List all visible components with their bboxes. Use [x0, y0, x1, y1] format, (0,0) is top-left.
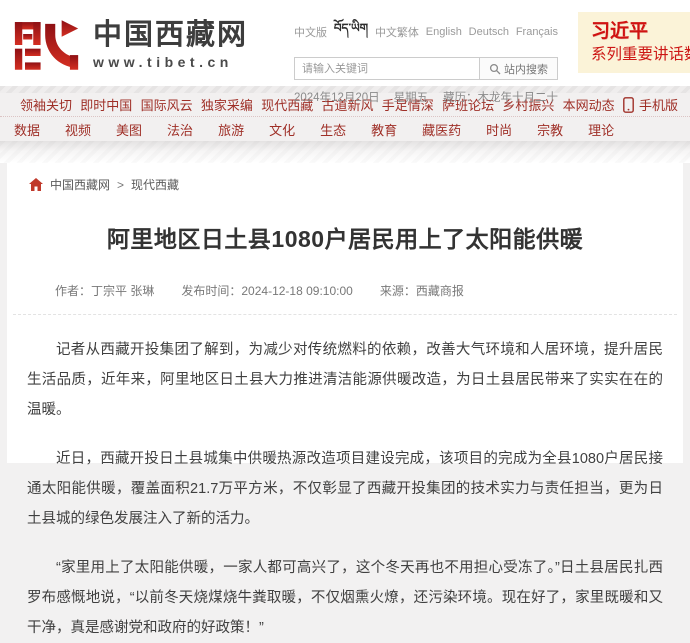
breadcrumb: 中国西藏网 > 现代西藏: [7, 163, 683, 199]
phone-icon: [623, 97, 634, 113]
banner-line1: 习近平: [591, 21, 690, 43]
nav-item-dujiacaibian[interactable]: 独家采编: [201, 95, 253, 114]
nav-item-wenhua[interactable]: 文化: [269, 120, 295, 139]
lang-french[interactable]: Français: [516, 26, 558, 38]
tibetan-calendar-date: 藏历：木龙年十月二十: [443, 89, 558, 105]
header-middle: 中文版 བོད་ཡིག 中文繁体 English Deutsch Françai…: [294, 15, 558, 105]
search-input[interactable]: [295, 58, 479, 79]
site-url: www.tibet.cn: [93, 54, 248, 70]
nav-item-lingxiuguanqie[interactable]: 领袖关切: [20, 95, 72, 114]
tibet-net-logo-icon: [14, 18, 80, 72]
nav-item-zangyiyao[interactable]: 藏医药: [422, 120, 461, 139]
mobile-version-label: 手机版: [639, 95, 678, 114]
article-paragraph: 记者从西藏开投集团了解到，为减少对传统燃料的依赖，改善大气环境和人居环境，提升居…: [27, 335, 663, 425]
breadcrumb-home[interactable]: 中国西藏网: [50, 176, 110, 193]
search-bar: 站内搜索: [294, 57, 558, 80]
lang-german[interactable]: Deutsch: [469, 26, 509, 38]
xi-speeches-banner[interactable]: 习近平 系列重要讲话数据库: [578, 12, 690, 73]
breadcrumb-separator: >: [117, 178, 124, 192]
breadcrumb-current[interactable]: 现代西藏: [131, 176, 179, 193]
lang-zh-tw[interactable]: 中文繁体: [375, 24, 419, 40]
nav-item-benwangdongtai[interactable]: 本网动态: [563, 95, 615, 114]
author-value: 丁宗平 张琳: [91, 284, 154, 298]
site-name-block: 中国西藏网 www.tibet.cn: [93, 20, 248, 71]
meta-source: 来源：西藏商报: [380, 282, 464, 299]
nav-item-lilun[interactable]: 理论: [588, 120, 614, 139]
source-value: 西藏商报: [416, 284, 464, 298]
article-meta: 作者：丁宗平 张琳 发布时间：2024-12-18 09:10:00 来源：西藏…: [55, 282, 683, 299]
nav-item-shipin[interactable]: 视频: [65, 120, 91, 139]
article-title: 阿里地区日土县1080户居民用上了太阳能供暖: [47, 223, 643, 256]
article-paragraph: 近日，西藏开投日土县城集中供暖热源改造项目建设完成，该项目的完成为全县1080户…: [27, 444, 663, 534]
meta-author: 作者：丁宗平 张琳: [55, 282, 154, 299]
nav-row-secondary: 数据 视频 美图 法治 旅游 文化 生态 教育 藏医药 时尚 宗教 理论: [0, 117, 690, 141]
language-switcher: 中文版 བོད་ཡིག 中文繁体 English Deutsch Françai…: [294, 15, 558, 49]
site-name: 中国西藏网: [93, 20, 248, 52]
gregorian-date: 2024年12月20日: [294, 89, 380, 105]
nav-item-shishang[interactable]: 时尚: [486, 120, 512, 139]
search-icon: [489, 63, 501, 75]
date-line: 2024年12月20日 星期五 藏历：木龙年十月二十: [294, 89, 558, 105]
banner-line2: 系列重要讲话数据库: [591, 45, 690, 65]
nav-item-shengtai[interactable]: 生态: [320, 120, 346, 139]
nav-item-guojifengyun[interactable]: 国际风云: [141, 95, 193, 114]
nav-item-jishizhongguo[interactable]: 即时中国: [80, 95, 132, 114]
nav-item-zongjiao[interactable]: 宗教: [537, 120, 563, 139]
lang-english[interactable]: English: [426, 26, 462, 38]
nav-item-jiaoyu[interactable]: 教育: [371, 120, 397, 139]
weekday: 星期五: [394, 89, 429, 105]
home-icon[interactable]: [29, 178, 43, 191]
nav-item-meitu[interactable]: 美图: [116, 120, 142, 139]
mobile-version-link[interactable]: 手机版: [623, 95, 678, 114]
article-paragraph: “家里用上了太阳能供暖，一家人都可高兴了，这个冬天再也不用担心受冻了。”日土县居…: [27, 553, 663, 643]
site-header: 中国西藏网 www.tibet.cn 中文版 བོད་ཡིག 中文繁体 Engl…: [0, 0, 690, 86]
time-value: 2024-12-18 09:10:00: [241, 284, 352, 298]
source-label: 来源：: [380, 284, 416, 298]
lang-tibetan[interactable]: བོད་ཡིག: [334, 15, 368, 49]
time-label: 发布时间：: [181, 284, 241, 298]
nav-item-lvyou[interactable]: 旅游: [218, 120, 244, 139]
lang-zh-cn[interactable]: 中文版: [294, 24, 327, 40]
site-logo[interactable]: 中国西藏网 www.tibet.cn: [14, 18, 248, 72]
author-label: 作者：: [55, 284, 91, 298]
nav-item-shuju[interactable]: 数据: [14, 120, 40, 139]
site-search-button[interactable]: 站内搜索: [479, 58, 557, 79]
main-content: 中国西藏网 > 现代西藏 阿里地区日土县1080户居民用上了太阳能供暖 作者：丁…: [7, 163, 683, 463]
nav-item-fazhi[interactable]: 法治: [167, 120, 193, 139]
meta-publish-time: 发布时间：2024-12-18 09:10:00: [181, 282, 352, 299]
article-body: 记者从西藏开投集团了解到，为减少对传统燃料的依赖，改善大气环境和人居环境，提升居…: [7, 315, 683, 643]
search-button-label: 站内搜索: [504, 61, 548, 77]
texture-band-bottom: [0, 141, 690, 163]
